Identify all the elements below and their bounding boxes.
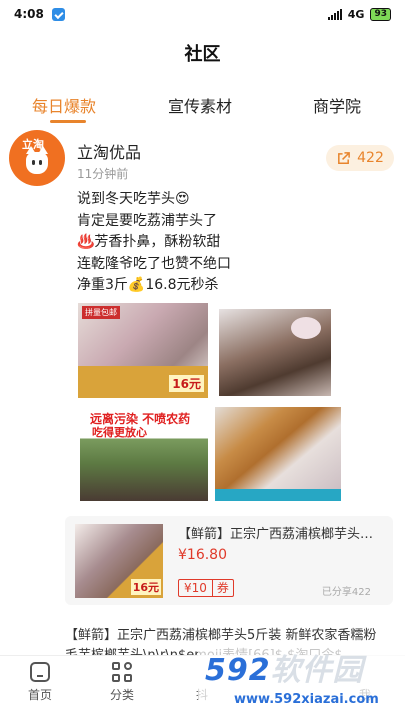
app-notification-icon <box>51 7 65 21</box>
tab-business-school[interactable]: 商学院 <box>313 93 361 117</box>
nav-category-label: 分类 <box>109 688 134 702</box>
post-line: 肯定是要吃荔浦芋头了 <box>77 212 217 229</box>
cat-logo-icon <box>26 146 48 174</box>
page-title: 社区 <box>184 44 221 65</box>
status-bar: 4:08 4G 93 <box>0 0 405 28</box>
post-image-2[interactable] <box>219 309 331 396</box>
post-line: ♨️芳香扑鼻，酥粉软甜 <box>77 234 221 250</box>
image-cup-shape <box>291 317 321 339</box>
post-image-1[interactable]: 拼量包邮 16元 <box>78 303 208 398</box>
signal-icon <box>327 8 342 20</box>
watermark-url: www.592xiazai.com <box>234 692 379 707</box>
tab-promo-material[interactable]: 宣传素材 <box>168 93 232 117</box>
grid-icon <box>112 662 132 682</box>
status-right: 4G 93 <box>327 7 391 21</box>
coupon-badge[interactable]: ¥10 券 <box>178 579 234 597</box>
status-time: 4:08 <box>14 7 44 21</box>
author-name[interactable]: 立淘优品 <box>77 139 141 163</box>
product-card[interactable]: 16元 【鲜箭】正宗广西荔浦槟榔芋头净重3斤 ¥16.80 ¥10 券 已分享4… <box>65 516 393 605</box>
active-tab-indicator <box>50 120 86 123</box>
image-caption-bar <box>215 489 341 501</box>
coupon-label: 券 <box>211 580 233 596</box>
post-time: 11分钟前 <box>77 167 129 181</box>
thumbnail-price: 16元 <box>130 579 161 595</box>
post-line: 说到冬天吃芋头😍 <box>77 191 190 207</box>
share-count: 422 <box>357 150 384 166</box>
post-image-4[interactable] <box>215 407 341 501</box>
image-badge: 拼量包邮 <box>82 306 120 319</box>
coupon-amount: ¥10 <box>184 581 207 595</box>
shared-count: 已分享422 <box>321 587 371 598</box>
nav-home[interactable]: 首页 <box>10 662 70 703</box>
nav-category[interactable]: 分类 <box>92 662 152 703</box>
share-icon <box>338 151 350 164</box>
post-image-3[interactable]: 远离污染 不喷农药 吃得更放心 <box>80 407 208 501</box>
product-price: ¥16.80 <box>178 547 227 563</box>
product-title: 【鲜箭】正宗广西荔浦槟榔芋头净重3斤 <box>178 527 383 542</box>
post-body: 说到冬天吃芋头😍 肯定是要吃荔浦芋头了 ♨️芳香扑鼻，酥粉软甜 连乾隆爷吃了也赞… <box>77 189 387 297</box>
avatar[interactable]: 立淘 <box>9 130 65 186</box>
image-price: 16元 <box>169 375 204 392</box>
image-subheadline: 吃得更放心 <box>92 426 147 439</box>
tab-daily-hot[interactable]: 每日爆款 <box>32 93 96 117</box>
tab-bar: 每日爆款 宣传素材 商学院 <box>0 93 405 123</box>
home-icon <box>30 662 50 682</box>
network-type: 4G <box>347 7 365 21</box>
battery-icon: 93 <box>370 7 391 21</box>
watermark-logo: 592软件园 <box>205 653 364 688</box>
post-line: 连乾隆爷吃了也赞不绝口 <box>77 255 231 272</box>
nav-home-label: 首页 <box>27 688 52 702</box>
product-thumbnail: 16元 <box>75 524 163 598</box>
post-line: 净重3斤💰16.8元秒杀 <box>77 277 219 293</box>
share-button[interactable]: 422 <box>326 145 394 171</box>
